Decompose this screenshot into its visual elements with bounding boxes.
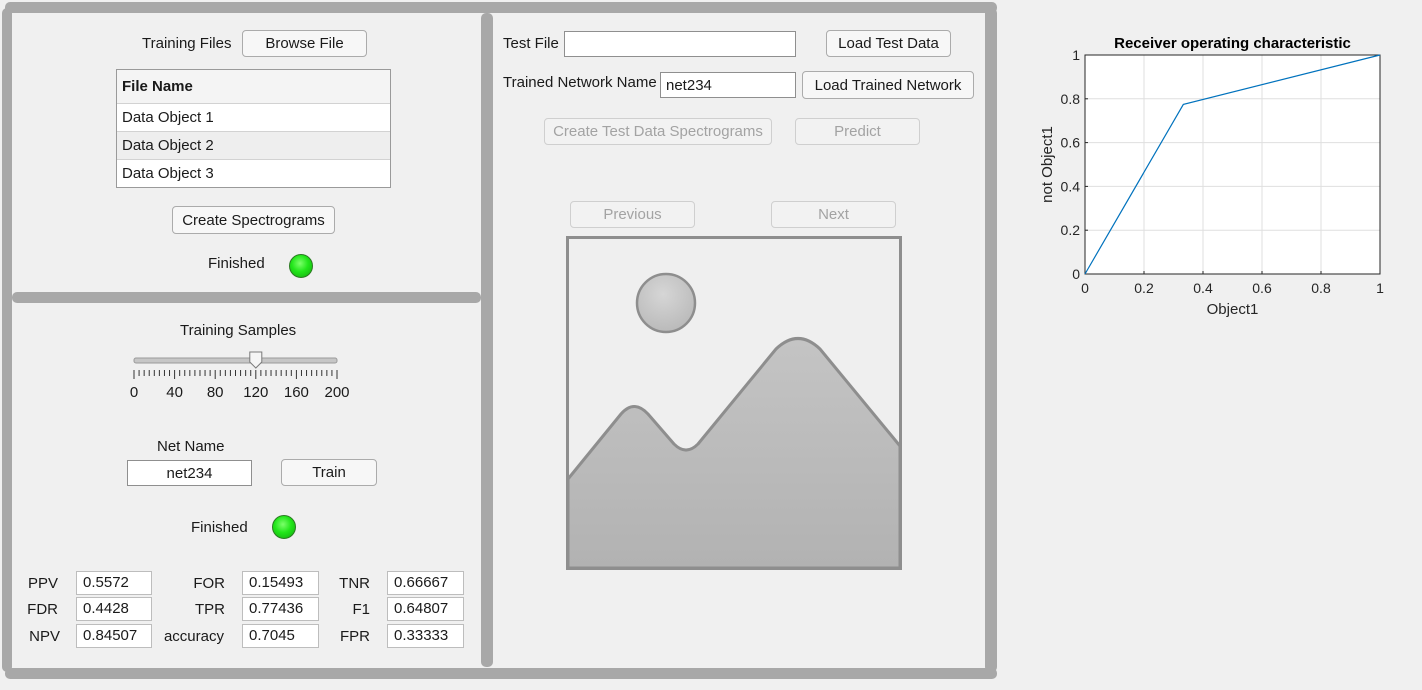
slider-tick-label: 200: [324, 384, 350, 401]
metric-value-for: 0.15493: [242, 571, 319, 595]
chart-background: [1085, 55, 1380, 274]
panel-border-right: [985, 8, 997, 672]
chart-grid: [1084, 54, 1381, 275]
training-files-label: Training Files: [142, 35, 232, 52]
file-cell: Data Object 2: [117, 131, 390, 160]
slider-tick-label: 40: [166, 384, 183, 401]
roc-chart[interactable]: 0 0.2 0.4 0.6 0.8 1 0 0.2 0.4 0.6 0.8 1 Receiver op…: [1010, 20, 1410, 330]
metric-label-tnr: TNR: [339, 575, 370, 592]
chart-y-tick-label: 1: [1072, 47, 1080, 63]
load-trained-network-button[interactable]: Load Trained Network: [802, 71, 974, 99]
load-test-data-button[interactable]: Load Test Data: [826, 30, 951, 57]
metric-value-f1: 0.64807: [387, 597, 464, 621]
metric-value-ppv: 0.5572: [76, 571, 152, 595]
slider-track[interactable]: [133, 357, 338, 364]
browse-file-button[interactable]: Browse File: [242, 30, 367, 57]
panel-border-bottom: [5, 668, 997, 679]
metric-value-npv: 0.84507: [76, 624, 152, 648]
chart-x-axis-label: Object1: [1207, 301, 1259, 318]
file-table[interactable]: File Name Data Object 1 Data Object 2 Da…: [116, 69, 391, 188]
slider-tick-label: 0: [129, 384, 139, 401]
net-name-label: Net Name: [157, 438, 225, 455]
training-status-label: Finished: [191, 519, 248, 536]
panel-border-left: [2, 8, 12, 672]
chart-x-tick-label: 1: [1376, 280, 1384, 296]
chart-x-tick-label: 0.8: [1311, 280, 1331, 296]
panel-divider-vertical: [481, 13, 493, 667]
slider-thumb[interactable]: [249, 351, 263, 369]
metric-label-fpr: FPR: [340, 628, 370, 645]
spectrogram-status-label: Finished: [208, 255, 265, 272]
spectrogram-status-lamp: [289, 254, 313, 278]
chart-x-tick-label: 0: [1081, 280, 1089, 296]
create-spectrograms-button[interactable]: Create Spectrograms: [172, 206, 335, 234]
trained-network-label: Trained Network Name: [503, 74, 657, 91]
metric-value-tnr: 0.66667: [387, 571, 464, 595]
predict-button[interactable]: Predict: [795, 118, 920, 145]
net-name-input[interactable]: [127, 460, 252, 486]
metric-value-accuracy: 0.7045: [242, 624, 319, 648]
training-samples-slider[interactable]: 0 40 80 120 160 200: [128, 348, 350, 404]
chart-y-tick-label: 0.4: [1061, 178, 1081, 194]
chart-y-tick-label: 0.8: [1061, 91, 1081, 107]
chart-x-tick-label: 0.6: [1252, 280, 1272, 296]
chart-y-tick-label: 0.2: [1061, 222, 1081, 238]
chart-x-tick-label: 0.4: [1193, 280, 1213, 296]
metric-value-fpr: 0.33333: [387, 624, 464, 648]
image-placeholder-icon: [566, 236, 902, 570]
train-button[interactable]: Train: [281, 459, 377, 486]
training-samples-label: Training Samples: [180, 322, 297, 339]
next-button[interactable]: Next: [771, 201, 896, 228]
table-row[interactable]: Data Object 3: [117, 159, 390, 187]
metric-label-fdr: FDR: [27, 601, 58, 618]
previous-button[interactable]: Previous: [570, 201, 695, 228]
metric-label-for: FOR: [193, 575, 225, 592]
chart-y-axis-label: not Object1: [1039, 126, 1056, 203]
slider-tick-label: 120: [243, 384, 269, 401]
slider-ticks: [133, 370, 338, 379]
panel-divider-horizontal: [12, 292, 481, 303]
metric-value-tpr: 0.77436: [242, 597, 319, 621]
slider-tick-label: 160: [283, 384, 309, 401]
chart-title: Receiver operating characteristic: [1114, 35, 1351, 52]
table-row[interactable]: Data Object 1: [117, 103, 390, 132]
metric-label-npv: NPV: [29, 628, 60, 645]
metric-label-ppv: PPV: [27, 575, 58, 592]
metric-label-accuracy: accuracy: [163, 628, 224, 645]
metric-label-tpr: TPR: [195, 601, 225, 618]
slider-tick-label: 80: [206, 384, 224, 401]
training-status-lamp: [272, 515, 296, 539]
file-cell: Data Object 1: [117, 103, 390, 132]
file-table-header[interactable]: File Name: [117, 70, 390, 104]
chart-y-tick-label: 0.6: [1061, 135, 1081, 151]
chart-y-tick-label: 0: [1072, 266, 1080, 282]
file-cell: Data Object 3: [122, 165, 214, 182]
create-test-spectrograms-button[interactable]: Create Test Data Spectrograms: [544, 118, 772, 145]
test-file-label: Test File: [503, 35, 559, 52]
metric-value-fdr: 0.4428: [76, 597, 152, 621]
metric-label-f1: F1: [352, 601, 370, 618]
panel-border-top: [5, 2, 997, 13]
table-row[interactable]: Data Object 2: [117, 131, 390, 160]
trained-network-input[interactable]: [660, 72, 796, 98]
test-file-input[interactable]: [564, 31, 796, 57]
chart-x-tick-label: 0.2: [1134, 280, 1154, 296]
